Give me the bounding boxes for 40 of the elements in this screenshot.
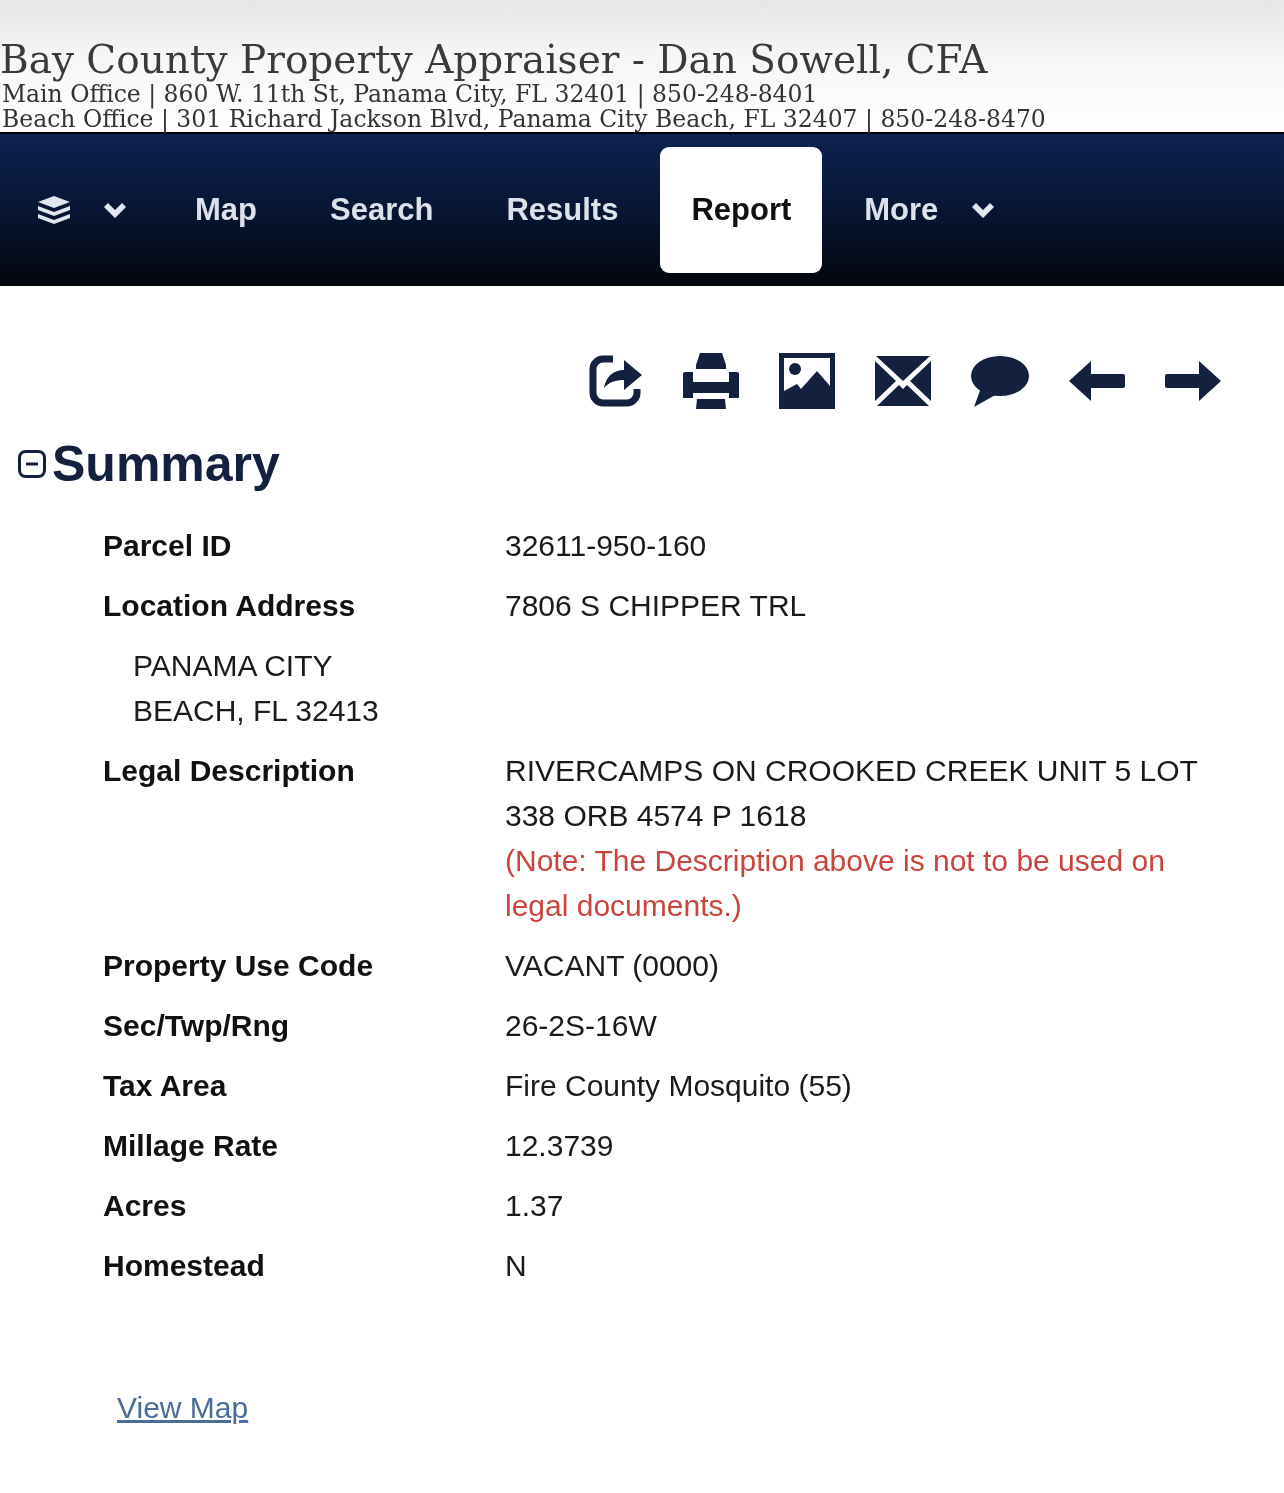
field-label: Sec/Twp/Rng (103, 1008, 291, 1044)
field-value: Fire County Mosquito (55) (505, 1068, 853, 1104)
disclaimer-note: (Note: The Description above is not to be used on legal documents.) (505, 843, 1166, 924)
nav-tab[interactable]: Search (299, 147, 465, 273)
site-title: Bay County Property Appraiser - Dan Sowell, CFA (0, 38, 989, 82)
print-icon[interactable] (683, 353, 739, 409)
nav-tab[interactable]: More (833, 147, 1026, 273)
field-label: Homestead (103, 1248, 266, 1284)
arrow-left-icon[interactable] (1069, 361, 1125, 401)
section-title: Summary (52, 435, 280, 493)
field-value: 1.37 (505, 1188, 565, 1224)
field-value: 12.3739 (505, 1128, 615, 1164)
field-label: Parcel ID (103, 528, 233, 564)
field-value: PANAMA CITY BEACH, FL 32413 (132, 648, 380, 729)
speech-bubble-icon[interactable] (971, 355, 1029, 407)
field-value: 7806 S CHIPPER TRL (505, 588, 808, 624)
arrow-right-icon[interactable] (1165, 361, 1221, 401)
field-value: 32611-950-160 (505, 528, 708, 564)
field-value: VACANT (0000) (505, 948, 720, 984)
mail-icon[interactable] (875, 356, 931, 406)
collapse-icon[interactable] (18, 450, 46, 478)
office-info-text: Main Office | 860 W. 11th St, Panama City, FL 32401 | 850-248-8401 (1, 82, 819, 107)
caret-icon[interactable] (104, 202, 126, 218)
nav-tab[interactable]: Map (164, 147, 288, 273)
field-label: Legal Description (103, 753, 356, 789)
field-value: 26-2S-16W (505, 1008, 658, 1044)
view-map-link[interactable]: View Map (117, 1391, 249, 1424)
field-value: N (505, 1248, 528, 1284)
caret-icon[interactable] (972, 202, 995, 218)
image-icon[interactable] (779, 353, 835, 409)
layers-icon[interactable] (38, 196, 70, 224)
nav-tab[interactable]: Results (475, 147, 650, 273)
field-label: Millage Rate (103, 1128, 280, 1164)
field-label: Property Use Code (103, 948, 375, 984)
field-value: RIVERCAMPS ON CROOKED CREEK UNIT 5 LOT 338 ORB 4574 P 1618 (505, 753, 1199, 834)
field-label: Location Address (103, 588, 357, 624)
nav-tab[interactable]: Report (660, 147, 823, 273)
share-icon[interactable] (587, 353, 643, 409)
field-label: Acres (103, 1188, 188, 1224)
field-label: Tax Area (103, 1068, 228, 1104)
